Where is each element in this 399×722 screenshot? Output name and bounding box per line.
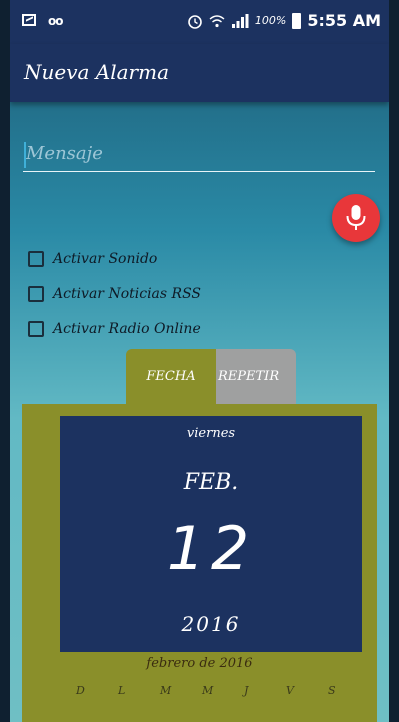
page-title: Nueva Alarma (24, 60, 170, 84)
voicemail-icon: oo (48, 14, 63, 28)
option-activar-sonido[interactable]: Activar Sonido (28, 251, 157, 267)
selected-day-of-week: viernes (186, 426, 236, 441)
tab-fecha[interactable]: FECHA (126, 349, 216, 404)
weekday-label: M (202, 684, 214, 697)
selected-month[interactable]: FEB. (60, 470, 362, 495)
option-label: Activar Radio Online (53, 321, 201, 337)
alarm-icon (188, 14, 202, 29)
app-screen: oo 100% 5:55 AM Nueva Alarma Mensaje Act… (10, 0, 389, 722)
signal-icon (231, 13, 249, 28)
app-toolbar: Nueva Alarma (10, 44, 389, 102)
tab-repetir[interactable]: REPETIR (216, 349, 296, 404)
battery-icon (292, 12, 302, 29)
calendar-month-title: febrero de 2016 (146, 656, 253, 671)
message-input[interactable] (23, 136, 375, 172)
weekday-label: M (160, 684, 172, 697)
wifi-icon (209, 14, 225, 27)
checkbox[interactable] (28, 286, 44, 302)
checkbox[interactable] (28, 321, 44, 337)
calendar-weekday-row: D L M M J V S (76, 684, 370, 697)
weekday-label: J (244, 684, 249, 697)
status-bar: oo 100% 5:55 AM (10, 0, 389, 44)
image-icon (22, 14, 36, 26)
weekday-label: L (118, 684, 126, 697)
text-cursor (24, 142, 26, 168)
weekday-label: S (328, 684, 336, 697)
option-activar-noticias-rss[interactable]: Activar Noticias RSS (28, 286, 201, 302)
date-picker-header: viernes FEB. 12 2016 (60, 416, 362, 652)
microphone-icon (346, 205, 366, 230)
date-picker: viernes FEB. 12 2016 febrero de 2016 D L… (22, 404, 377, 722)
weekday-label: D (76, 684, 85, 697)
clock-time: 5:55 AM (307, 11, 381, 30)
selected-day[interactable]: 12 (60, 514, 362, 584)
checkbox[interactable] (28, 251, 44, 267)
option-label: Activar Noticias RSS (53, 286, 202, 302)
weekday-label: V (286, 684, 294, 697)
option-label: Activar Sonido (53, 251, 158, 267)
selected-year[interactable]: 2016 (60, 612, 362, 636)
voice-input-button[interactable] (332, 194, 380, 242)
option-activar-radio-online[interactable]: Activar Radio Online (28, 321, 201, 337)
battery-percent: 100% (254, 14, 287, 27)
